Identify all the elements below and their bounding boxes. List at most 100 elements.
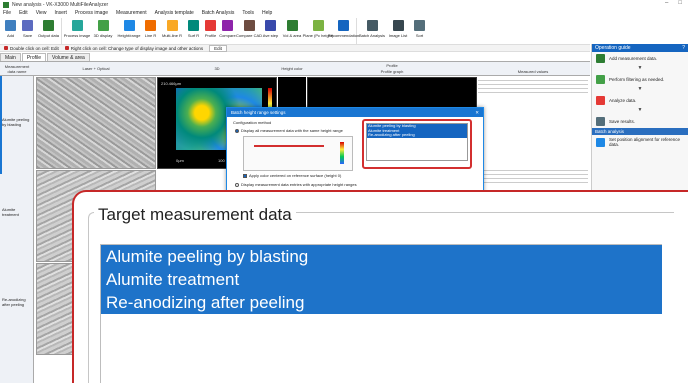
radio-icon: [235, 182, 239, 187]
ribbon-label: Ave step: [262, 33, 279, 38]
ribbon-label: Recommendation: [327, 33, 360, 38]
header-profile-graph: Profile graph: [380, 69, 404, 74]
ribbon-label: 3D display: [93, 33, 113, 38]
arrow-down-icon: ▼: [637, 86, 643, 92]
ribbon-label: Add: [6, 33, 15, 38]
multiline-icon: [166, 20, 178, 31]
ribbon-label: Multi-line R: [161, 33, 182, 38]
plane-icon: [312, 20, 324, 31]
target-list-item[interactable]: Re-anodizing after peeling: [101, 291, 662, 314]
menu-process-image[interactable]: Process image: [75, 10, 108, 18]
ribbon-label: Surf R: [187, 33, 200, 38]
row-label-2[interactable]: Alumite treatment: [2, 207, 32, 218]
close-icon[interactable]: ✕: [475, 110, 479, 116]
ribbon-output-button[interactable]: Output data: [36, 18, 62, 44]
ribbon-label: Compare: [219, 33, 236, 38]
recommendation-icon: [338, 20, 349, 31]
menu-help[interactable]: Help: [262, 10, 272, 18]
ribbon-sort-button[interactable]: Sort: [411, 18, 428, 44]
height-scale-label: 100: [218, 158, 225, 163]
ribbon-vol-area-button[interactable]: Vol & area: [279, 18, 305, 44]
row-label-3[interactable]: Re-anodizing after peeling: [2, 297, 32, 308]
height-range-icon: [123, 20, 135, 31]
target-list-item[interactable]: Alumite treatment: [101, 268, 662, 291]
option-same-range[interactable]: Display all measurement data with the sa…: [235, 128, 343, 133]
hint-edit: Double click on cell: Edit: [4, 46, 59, 51]
hint-bar: Double click on cell: Edit Right click o…: [0, 44, 590, 52]
target-list-item[interactable]: Alumite peeling by blasting: [101, 245, 662, 268]
ribbon-ave-step-button[interactable]: Ave step: [262, 18, 279, 44]
option-appropriate-range[interactable]: Display measurement data entries with ap…: [235, 182, 357, 187]
batch-icon: [366, 20, 378, 31]
target-data-list[interactable]: Alumite peeling by blasting Alumite trea…: [100, 244, 662, 383]
ribbon-label: Output data: [38, 33, 59, 38]
save-icon: [22, 20, 33, 31]
laser-image[interactable]: [36, 77, 156, 169]
output-icon: [43, 20, 54, 31]
highlight-frame: [362, 119, 472, 169]
ribbon-surf-button[interactable]: Surf R: [185, 18, 202, 44]
compare-cad-icon: [243, 20, 255, 31]
ribbon-3d-button[interactable]: 3D display: [90, 18, 116, 44]
target-data-legend: Target measurement data: [94, 205, 296, 225]
batch-step-alignment[interactable]: Set position alignment for reference dat…: [592, 135, 688, 150]
ribbon-height-range-button[interactable]: Height/range: [116, 18, 142, 44]
ribbon-label: Process image: [63, 33, 91, 38]
menu-view[interactable]: View: [36, 10, 47, 18]
ribbon-label: Image List: [388, 33, 408, 38]
ribbon-label: Sort: [415, 33, 424, 38]
ribbon-multiline-button[interactable]: Multi-line R: [159, 18, 185, 44]
ribbon-save-button[interactable]: Save: [19, 18, 36, 44]
menu-bar: File Edit View Insert Process image Meas…: [0, 10, 688, 18]
height-min-label: 0μm: [176, 158, 184, 163]
ribbon-compare-button[interactable]: Compare: [219, 18, 236, 44]
guide-step-filter[interactable]: Perform filtering as needed.: [592, 73, 688, 86]
profile-icon: [205, 20, 216, 31]
help-icon[interactable]: ?: [682, 45, 685, 51]
menu-edit[interactable]: Edit: [19, 10, 28, 18]
selected-row-marker: [0, 76, 2, 174]
menu-batch-analysis[interactable]: Batch Analysis: [202, 10, 235, 18]
guide-step-analyze[interactable]: Analyze data.: [592, 94, 688, 107]
ribbon-batch-button[interactable]: Batch Analysis: [359, 18, 385, 44]
color-bar: [340, 142, 344, 164]
tab-profile[interactable]: Profile: [21, 53, 47, 61]
ribbon-compare-cad-button[interactable]: Compare CAD: [236, 18, 262, 44]
tab-volume-area[interactable]: Volume & area: [47, 53, 90, 61]
edit-button[interactable]: Edit: [209, 44, 227, 52]
ribbon-recommendation-button[interactable]: Recommendation: [327, 18, 360, 44]
apply-color-checkbox[interactable]: Apply color centered on reference surfac…: [243, 173, 341, 178]
ave-step-icon: [265, 20, 276, 31]
ribbon-plane-button[interactable]: Plane (Pc height): [303, 18, 333, 44]
maximize-icon[interactable]: □: [678, 0, 682, 6]
ribbon-profile-button[interactable]: Profile: [202, 18, 219, 44]
ribbon-line-r-button[interactable]: Line R: [142, 18, 159, 44]
header-measured: Measured values: [517, 69, 549, 74]
analyze-icon: [596, 96, 605, 105]
guide-step-save[interactable]: Save results.: [592, 115, 688, 128]
row-label-1[interactable]: Alumite peeling by blasting: [2, 117, 32, 128]
ribbon-process-image-button[interactable]: Process image: [64, 18, 90, 44]
menu-insert[interactable]: Insert: [54, 10, 67, 18]
ribbon-label: Profile: [204, 33, 217, 38]
arrow-down-icon: ▼: [637, 107, 643, 113]
menu-measurement[interactable]: Measurement: [116, 10, 147, 18]
minimize-icon[interactable]: –: [665, 0, 668, 6]
ribbon-label: Line R: [144, 33, 157, 38]
compare-icon: [222, 20, 233, 31]
header-3d: 3D: [214, 66, 220, 71]
ribbon-image-list-button[interactable]: Image List: [385, 18, 411, 44]
tab-main[interactable]: Main: [0, 53, 21, 61]
range-illustration: [243, 136, 353, 171]
ribbon-add-button[interactable]: Add: [2, 18, 19, 44]
3d-icon: [97, 20, 109, 31]
window-title: New analysis - VK-X3000 MultiFileAnalyze…: [12, 1, 109, 8]
ribbon-label: Save: [22, 33, 33, 38]
title-bar: New analysis - VK-X3000 MultiFileAnalyze…: [0, 0, 688, 9]
guide-step-add[interactable]: Add measurement data.: [592, 52, 688, 65]
menu-analysis-template[interactable]: Analysis template: [155, 10, 194, 18]
measured-values[interactable]: [478, 77, 588, 169]
menu-file[interactable]: File: [3, 10, 11, 18]
height-max-label: 210.466μm: [161, 81, 182, 86]
menu-tools[interactable]: Tools: [242, 10, 254, 18]
